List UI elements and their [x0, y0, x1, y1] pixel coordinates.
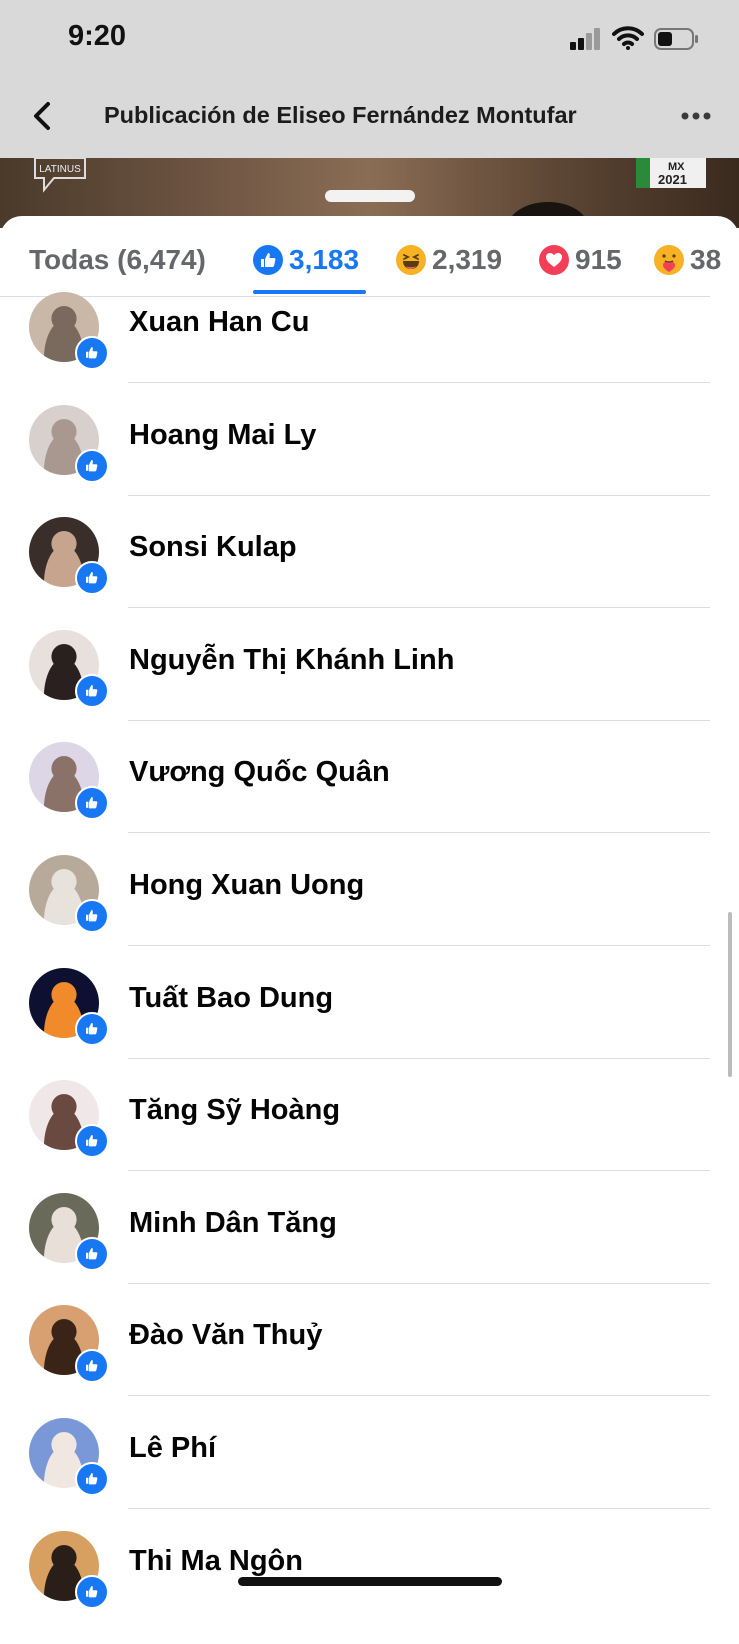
cellular-signal-icon: [570, 28, 600, 50]
home-indicator: [238, 1577, 502, 1586]
love-icon: [539, 245, 569, 275]
like-icon: [75, 1012, 109, 1046]
list-item[interactable]: Thi Ma Ngôn: [0, 1529, 739, 1644]
list-item[interactable]: Xuan Han Cu: [0, 290, 739, 405]
person-name[interactable]: Sonsi Kulap: [129, 531, 297, 564]
haha-icon: [396, 245, 426, 275]
like-icon: [75, 1349, 109, 1383]
list-item[interactable]: Đào Văn Thuỷ: [0, 1303, 739, 1418]
like-icon: [253, 245, 283, 275]
row-divider: [128, 1395, 710, 1396]
tab-like[interactable]: 3,183: [253, 240, 359, 280]
row-divider: [128, 832, 710, 833]
tab-label: 915: [575, 244, 622, 275]
row-divider: [128, 945, 710, 946]
care-icon: [654, 245, 684, 275]
row-divider: [128, 1170, 710, 1171]
status-time: 9:20: [68, 20, 127, 52]
person-name[interactable]: Thi Ma Ngôn: [129, 1545, 303, 1578]
like-icon: [75, 1575, 109, 1609]
list-item[interactable]: Nguyễn Thị Khánh Linh: [0, 628, 739, 743]
ellipsis-icon[interactable]: [680, 108, 712, 124]
like-icon: [75, 899, 109, 933]
person-name[interactable]: Tăng Sỹ Hoàng: [129, 1094, 340, 1127]
tab-haha[interactable]: 2,319: [396, 240, 502, 280]
person-name[interactable]: Hoang Mai Ly: [129, 419, 316, 452]
person-name[interactable]: Xuan Han Cu: [129, 306, 309, 339]
like-icon: [75, 336, 109, 370]
list-item[interactable]: Hoang Mai Ly: [0, 403, 739, 518]
mx-2021-logo: MX 2021: [636, 158, 706, 188]
list-item[interactable]: Sonsi Kulap: [0, 515, 739, 630]
row-divider: [128, 1283, 710, 1284]
tab-label: 2,319: [432, 244, 503, 275]
tab-love[interactable]: 915: [539, 240, 622, 280]
person-name[interactable]: Đào Văn Thuỷ: [129, 1319, 322, 1352]
person-name[interactable]: Nguyễn Thị Khánh Linh: [129, 644, 454, 677]
like-icon: [75, 1237, 109, 1271]
row-divider: [128, 1058, 710, 1059]
person-name[interactable]: Vương Quốc Quân: [129, 756, 390, 789]
person-name[interactable]: Lê Phí: [129, 1432, 216, 1465]
nav-header: Publicación de Eliseo Fernández Montufar: [0, 80, 739, 158]
like-icon: [75, 561, 109, 595]
chevron-left-icon[interactable]: [28, 98, 58, 134]
row-divider: [128, 720, 710, 721]
list-item[interactable]: Tăng Sỹ Hoàng: [0, 1078, 739, 1193]
latinus-logo: LATINUS: [34, 158, 86, 193]
list-item[interactable]: Tuất Bao Dung: [0, 966, 739, 1081]
like-icon: [75, 1462, 109, 1496]
row-divider: [128, 382, 710, 383]
tab-label: 3,183: [289, 244, 360, 275]
svg-text:2021: 2021: [658, 172, 687, 187]
scrollbar[interactable]: [728, 912, 732, 1077]
battery-icon: [654, 28, 698, 50]
list-item[interactable]: Lê Phí: [0, 1416, 739, 1531]
wifi-icon: [612, 26, 644, 50]
tab-label: Todas (6,474): [29, 244, 206, 275]
svg-text:LATINUS: LATINUS: [39, 164, 81, 175]
list-item[interactable]: Hong Xuan Uong: [0, 853, 739, 968]
list-item[interactable]: Minh Dân Tăng: [0, 1191, 739, 1306]
row-divider: [128, 1508, 710, 1509]
sheet-drag-handle[interactable]: [325, 190, 415, 202]
tab-label: 38: [690, 244, 722, 275]
like-icon: [75, 449, 109, 483]
person-name[interactable]: Minh Dân Tăng: [129, 1207, 337, 1240]
list-item[interactable]: Vương Quốc Quân: [0, 740, 739, 855]
page-title: Publicación de Eliseo Fernández Montufar: [104, 102, 577, 128]
like-icon: [75, 1124, 109, 1158]
person-name[interactable]: Hong Xuan Uong: [129, 869, 364, 902]
reaction-tabs: Todas (6,474) 3,183 2,319 915 38: [0, 216, 739, 296]
tab-care[interactable]: 38: [654, 240, 721, 280]
status-bar: 9:20: [0, 0, 739, 80]
row-divider: [128, 607, 710, 608]
like-icon: [75, 674, 109, 708]
row-divider: [128, 495, 710, 496]
like-icon: [75, 786, 109, 820]
person-name[interactable]: Tuất Bao Dung: [129, 982, 333, 1015]
tab-all[interactable]: Todas (6,474): [29, 240, 206, 280]
